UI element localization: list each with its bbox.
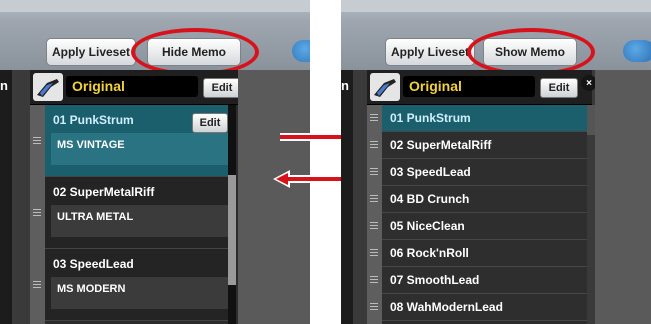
list-item[interactable]: 04 BD Crunch <box>382 186 593 213</box>
apply-liveset-button[interactable]: Apply Liveset <box>385 38 475 66</box>
liveset-edit-button[interactable]: Edit <box>203 78 241 98</box>
blue-knob-icon[interactable] <box>292 40 310 62</box>
drag-handle-icon[interactable] <box>370 141 378 148</box>
toolbar: Apply Liveset Show Memo <box>341 0 651 76</box>
liveset-list: 01 PunkStrum 02 SuperMetalRiff 03 SpeedL… <box>367 105 595 324</box>
scrollbar[interactable] <box>228 105 236 324</box>
drag-handle-icon[interactable] <box>370 168 378 175</box>
left-edge: n <box>341 70 353 324</box>
memo-text: MS VINTAGE <box>57 139 125 151</box>
item-edit-button[interactable]: Edit <box>192 113 228 133</box>
memo-field: MS VINTAGE <box>51 133 229 165</box>
left-screenshot: Apply Liveset Hide Memo n Original Edit … <box>0 0 310 324</box>
guitar-thumbnail-icon <box>370 73 400 101</box>
side-area <box>595 70 651 324</box>
drag-handle-icon[interactable] <box>370 249 378 256</box>
right-screenshot: Apply Liveset Show Memo n Original Edit … <box>341 0 651 324</box>
scrollbar[interactable] <box>587 105 595 324</box>
list-item[interactable]: 01 PunkStrum Edit MS VINTAGE <box>45 105 236 177</box>
item-title: 04 BD Crunch <box>390 192 470 206</box>
liveset-name[interactable]: Original <box>66 76 198 97</box>
liveset-name[interactable]: Original <box>403 76 535 97</box>
memo-text: ULTRA METAL <box>57 211 134 223</box>
drag-handle-icon[interactable] <box>33 137 41 144</box>
item-title: 05 NiceClean <box>390 219 465 233</box>
liveset-header: Original Edit × <box>367 70 597 105</box>
memo-field: MS MODERN <box>51 277 229 309</box>
drag-handle-icon[interactable] <box>33 281 41 288</box>
drag-handle-icon[interactable] <box>370 222 378 229</box>
list-item[interactable]: 05 NiceClean <box>382 213 593 240</box>
side-area <box>238 70 310 324</box>
item-title: 01 PunkStrum <box>390 111 471 125</box>
scrollbar-thumb[interactable] <box>587 105 595 135</box>
list-item[interactable]: 07 SmoothLead <box>382 267 593 294</box>
list-item[interactable]: 02 SuperMetalRiff <box>382 132 593 159</box>
list-item[interactable]: 03 SpeedLead MS MODERN <box>45 249 236 321</box>
memo-field: ULTRA METAL <box>51 205 229 237</box>
show-memo-button[interactable]: Show Memo <box>483 38 577 66</box>
liveset-list: 01 PunkStrum Edit MS VINTAGE 02 SuperMet… <box>30 105 238 324</box>
list-item[interactable]: 08 WahModernLead <box>382 294 593 321</box>
item-title: 07 SmoothLead <box>390 273 480 287</box>
scrollbar-thumb[interactable] <box>228 175 236 285</box>
item-title: 03 SpeedLead <box>390 165 471 179</box>
liveset-edit-button[interactable]: Edit <box>540 78 578 98</box>
guitar-thumbnail-icon <box>33 73 63 101</box>
blue-knob-icon[interactable] <box>623 40 651 62</box>
item-title: 02 SuperMetalRiff <box>53 185 155 199</box>
drag-handle-icon[interactable] <box>370 114 378 121</box>
list-item[interactable]: 03 SpeedLead <box>382 159 593 186</box>
list-item[interactable]: 01 PunkStrum <box>382 105 593 132</box>
item-title: 03 SpeedLead <box>53 257 134 271</box>
liveset-header: Original Edit × <box>30 70 260 105</box>
drag-handle-icon[interactable] <box>370 303 378 310</box>
list-item[interactable]: 02 SuperMetalRiff ULTRA METAL <box>45 177 236 249</box>
drag-handle-icon[interactable] <box>370 276 378 283</box>
drag-handle-icon[interactable] <box>33 209 41 216</box>
hide-memo-button[interactable]: Hide Memo <box>147 38 241 66</box>
drag-handle-icon[interactable] <box>370 195 378 202</box>
item-title: 08 WahModernLead <box>390 300 503 314</box>
item-title: 02 SuperMetalRiff <box>390 138 492 152</box>
toolbar: Apply Liveset Hide Memo <box>0 0 310 76</box>
left-edge: n <box>0 70 12 324</box>
memo-text: MS MODERN <box>57 283 126 295</box>
item-title: 01 PunkStrum <box>53 113 134 127</box>
item-title: 06 Rock'nRoll <box>390 246 469 260</box>
list-item[interactable]: 06 Rock'nRoll <box>382 240 593 267</box>
apply-liveset-button[interactable]: Apply Liveset <box>46 38 136 66</box>
